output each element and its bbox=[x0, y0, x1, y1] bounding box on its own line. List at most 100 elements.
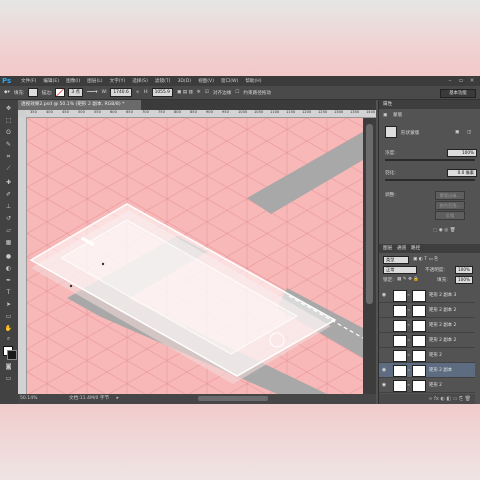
eraser-icon[interactable]: ▱ bbox=[3, 226, 14, 235]
layer-thumbnail bbox=[393, 380, 407, 392]
density-field[interactable]: 100% bbox=[447, 149, 477, 157]
link-icon[interactable]: ∞ bbox=[136, 90, 140, 95]
menu-file[interactable]: 文件(F) bbox=[21, 78, 36, 84]
screen-mode-icon[interactable]: ▭ bbox=[3, 374, 14, 383]
eye-hidden-icon[interactable] bbox=[381, 307, 387, 313]
fill-field[interactable]: 100% bbox=[455, 276, 473, 284]
marquee-icon[interactable]: ⬚ bbox=[3, 116, 14, 125]
layer-filter-select[interactable]: 类型 bbox=[383, 256, 409, 264]
zoom-icon[interactable]: ⌕ bbox=[3, 334, 14, 343]
ruler-tick-label: 750 bbox=[158, 110, 165, 114]
ruler-left[interactable] bbox=[18, 117, 27, 394]
move-icon[interactable]: ✥ bbox=[3, 104, 14, 113]
lock-icons[interactable]: ▦ ✎ ✥ 🔒 bbox=[397, 277, 419, 282]
layer-row[interactable]: ∞ 矩形 2 副本 2 bbox=[379, 303, 475, 318]
menu-type[interactable]: 文字(Y) bbox=[110, 78, 126, 84]
filter-icons[interactable]: ▣ ◐ T ▭ ⎘ bbox=[413, 256, 438, 262]
menu-layer[interactable]: 图层(L) bbox=[87, 78, 102, 84]
stroke-swatch[interactable] bbox=[55, 88, 66, 97]
properties-tab[interactable]: 属性 bbox=[383, 100, 392, 109]
feather-slider[interactable] bbox=[385, 179, 475, 181]
blend-mode-select[interactable]: 正常 bbox=[383, 266, 417, 274]
brush-icon[interactable]: ✐ bbox=[3, 190, 14, 199]
eye-hidden-icon[interactable] bbox=[381, 337, 387, 343]
paths-tab[interactable]: 路径 bbox=[411, 244, 420, 253]
fill-swatch[interactable] bbox=[27, 88, 38, 97]
density-slider[interactable] bbox=[385, 159, 475, 161]
document-canvas[interactable] bbox=[27, 118, 363, 394]
status-arrow-icon[interactable]: ▸ bbox=[117, 396, 119, 401]
menu-view[interactable]: 视图(V) bbox=[198, 78, 214, 84]
add-vector-mask-icon[interactable]: ◫ bbox=[467, 130, 471, 135]
eye-icon[interactable]: ◉ bbox=[381, 382, 387, 388]
pen-icon[interactable]: ✒ bbox=[3, 276, 14, 285]
blur-icon[interactable]: ● bbox=[3, 252, 14, 261]
minimize-icon[interactable]: – bbox=[446, 77, 454, 84]
feather-field[interactable]: 0.0 像素 bbox=[447, 169, 477, 177]
vertical-scroll-thumb[interactable] bbox=[366, 124, 373, 304]
path-ops-icon[interactable]: ▣ ▤ ▥ bbox=[177, 90, 193, 95]
eye-hidden-icon[interactable] bbox=[381, 322, 387, 328]
menu-filter[interactable]: 滤镜(T) bbox=[155, 78, 171, 84]
path-select-icon[interactable]: ➤ bbox=[3, 300, 14, 309]
invert-button[interactable]: 反相 bbox=[435, 211, 465, 220]
quick-mask-icon[interactable]: ◙ bbox=[3, 362, 14, 371]
maximize-icon[interactable]: ▫ bbox=[457, 77, 465, 84]
menu-edit[interactable]: 编辑(E) bbox=[43, 78, 59, 84]
background-color-swatch[interactable] bbox=[7, 350, 17, 360]
horizontal-scroll-thumb[interactable] bbox=[198, 396, 268, 401]
history-brush-icon[interactable]: ↺ bbox=[3, 214, 14, 223]
layer-row[interactable]: ∞ 矩形 2 副本 2 bbox=[379, 318, 475, 333]
zoom-level[interactable]: 50.14% bbox=[20, 396, 38, 401]
dodge-icon[interactable]: ◐ bbox=[3, 264, 14, 273]
gear-icon[interactable]: ✲ bbox=[197, 90, 201, 95]
eyedropper-icon[interactable]: ⟋ bbox=[3, 164, 14, 173]
vertical-scrollbar[interactable] bbox=[363, 118, 376, 394]
hand-icon[interactable]: ✋ bbox=[3, 324, 14, 333]
workspace-select[interactable]: 基本功能 bbox=[440, 89, 476, 98]
quick-select-icon[interactable]: ✎ bbox=[3, 140, 14, 149]
layer-name: 矩形 2 bbox=[429, 353, 442, 358]
layers-footer-icons[interactable]: ∞ fx ◐ ◧ ▭ ⎘ 🗑 bbox=[379, 394, 475, 404]
menu-3d[interactable]: 3D(D) bbox=[177, 79, 191, 84]
align-edges-checkbox[interactable]: ☑ bbox=[205, 90, 209, 95]
color-range-button[interactable]: 颜色范围... bbox=[435, 201, 465, 210]
type-icon[interactable]: T bbox=[3, 288, 14, 297]
document-tab[interactable]: 透视效果2.psd @ 50.1% (矩形 2 副本, RGB/8) * bbox=[18, 100, 141, 110]
menu-help[interactable]: 帮助(H) bbox=[245, 78, 261, 84]
tool-preset-icon[interactable]: ◆▾ bbox=[4, 90, 10, 95]
stamp-icon[interactable]: ⊥ bbox=[3, 202, 14, 211]
layers-tab[interactable]: 图层 bbox=[383, 244, 392, 253]
crop-icon[interactable]: ⌗ bbox=[3, 152, 14, 161]
eye-icon[interactable]: ◉ bbox=[381, 367, 387, 373]
add-pixel-mask-icon[interactable]: ▣ bbox=[455, 130, 459, 135]
layer-row[interactable]: ◉ ∞ 矩形 2 副本 3 bbox=[379, 288, 475, 303]
layer-row-selected[interactable]: ◉ ∞ 矩形 2 副本 bbox=[379, 363, 475, 378]
layer-row[interactable]: ∞ 矩形 2 副本 2 bbox=[379, 333, 475, 348]
constrain-path-checkbox[interactable]: ☐ bbox=[235, 90, 239, 95]
layer-row[interactable]: ◉ ∞ 矩形 2 bbox=[379, 378, 475, 393]
menu-window[interactable]: 窗口(W) bbox=[221, 78, 238, 84]
opacity-field[interactable]: 100% bbox=[455, 266, 473, 274]
lasso-icon[interactable]: ʘ bbox=[3, 128, 14, 137]
width-field[interactable]: 1740.6 bbox=[110, 88, 132, 97]
menu-image[interactable]: 图像(I) bbox=[66, 78, 80, 84]
mask-edge-button[interactable]: 蒙版边缘... bbox=[435, 191, 465, 200]
ruler-top[interactable]: 350 400 450 500 550 600 650 700 750 800 850 900 950 1… bbox=[26, 110, 376, 118]
stroke-width-field[interactable]: 3 点 bbox=[68, 88, 83, 97]
eye-hidden-icon[interactable] bbox=[381, 352, 387, 358]
eye-icon[interactable]: ◉ bbox=[381, 292, 387, 298]
layer-row[interactable]: ∞ 矩形 2 bbox=[379, 348, 475, 363]
layer-thumbnail bbox=[393, 320, 407, 332]
panel-footer-icons[interactable]: ⬚ ◉ ◎ 🗑 bbox=[433, 228, 456, 233]
ruler-tick-label: 800 bbox=[174, 110, 181, 114]
height-field[interactable]: 1055.9 bbox=[151, 88, 173, 97]
healing-icon[interactable]: ✚ bbox=[3, 178, 14, 187]
shape-icon[interactable]: ▭ bbox=[3, 312, 14, 321]
channels-tab[interactable]: 通道 bbox=[397, 244, 406, 253]
stroke-style-icon[interactable]: ━━━▾ bbox=[87, 90, 98, 95]
close-icon[interactable]: × bbox=[468, 77, 476, 84]
constrain-path-label: 约束路径拖动 bbox=[243, 90, 271, 96]
gradient-icon[interactable]: ▦ bbox=[3, 238, 14, 247]
menu-select[interactable]: 选择(S) bbox=[132, 78, 148, 84]
